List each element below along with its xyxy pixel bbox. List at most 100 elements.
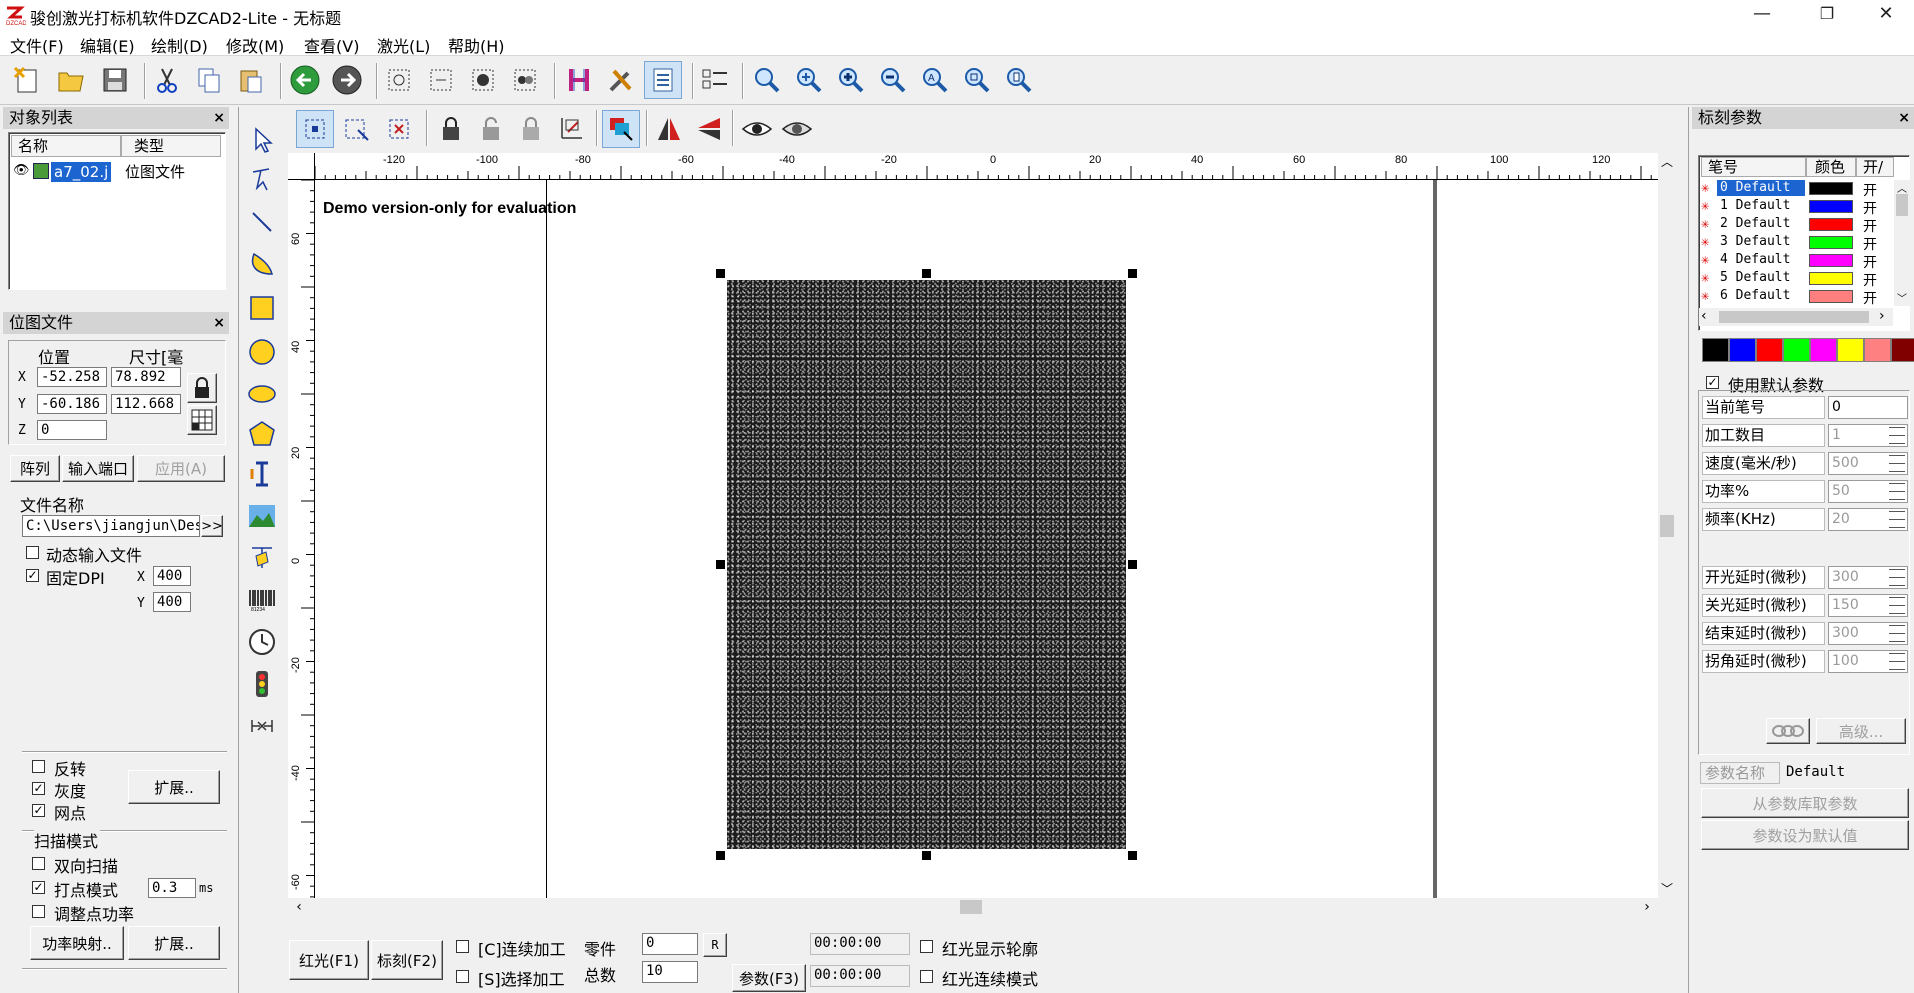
bidirectional-checkbox[interactable] <box>32 857 45 870</box>
bitmap-tool-icon[interactable] <box>244 498 280 534</box>
expand-button[interactable]: 扩展.. <box>128 770 220 804</box>
palette-swatch[interactable] <box>1864 338 1891 362</box>
clock-tool-icon[interactable] <box>244 624 280 660</box>
invert-checkbox[interactable] <box>32 760 45 773</box>
zoom-page-icon[interactable] <box>1000 61 1038 99</box>
gray-checkbox[interactable]: ✓ <box>32 782 45 795</box>
resize-handle-bc[interactable] <box>922 851 931 860</box>
red-outline-checkbox[interactable] <box>920 940 933 953</box>
array-button[interactable]: 阵列 <box>10 455 60 482</box>
palette-swatch[interactable] <box>1837 338 1864 362</box>
pen-color-swatch[interactable] <box>1809 290 1853 303</box>
corner-delay-spinner[interactable] <box>1889 653 1905 670</box>
dot-time-field[interactable]: 0.3 <box>148 878 196 898</box>
resize-handle-tl[interactable] <box>716 269 725 278</box>
load-from-library-button[interactable]: 从参数库取参数 <box>1701 788 1909 818</box>
select-all-icon[interactable] <box>296 110 334 148</box>
mirror-horizontal-icon[interactable] <box>650 110 688 148</box>
menu-help[interactable]: 帮助(H) <box>448 33 505 57</box>
pen-scroll-down-icon[interactable]: ﹀ <box>1894 290 1910 305</box>
split-icon[interactable] <box>506 61 544 99</box>
layer-order-icon[interactable] <box>602 110 640 148</box>
pen-color-swatch[interactable] <box>1809 182 1853 195</box>
copy-icon[interactable] <box>190 61 228 99</box>
scroll-left-icon[interactable]: ‹ <box>290 898 308 916</box>
mirror-vertical-icon[interactable] <box>690 110 728 148</box>
io-signal-icon[interactable] <box>244 666 280 702</box>
barcode-tool-icon[interactable]: 81234 <box>244 582 280 618</box>
delay-tool-icon[interactable] <box>244 708 280 744</box>
canvas-vertical-scrollbar[interactable]: ︿ ﹀ <box>1658 153 1676 898</box>
object-list-close-icon[interactable]: × <box>213 107 225 129</box>
dot-mode-checkbox[interactable]: ✓ <box>32 881 45 894</box>
pen-on-state[interactable]: 开 <box>1863 252 1877 272</box>
palette-swatch[interactable] <box>1729 338 1756 362</box>
palette-swatch[interactable] <box>1810 338 1837 362</box>
zoom-selection-icon[interactable] <box>958 61 996 99</box>
mark-params-close-icon[interactable]: × <box>1898 107 1910 129</box>
x-position-field[interactable]: -52.258 <box>37 367 107 387</box>
fixed-dpi-checkbox[interactable]: ✓ <box>26 569 39 582</box>
current-pen-field[interactable]: 0 <box>1828 396 1908 419</box>
polygon-tool-icon[interactable] <box>244 416 280 452</box>
resize-handle-tc[interactable] <box>922 269 931 278</box>
frequency-field[interactable]: 20 <box>1828 508 1908 531</box>
drawing-canvas[interactable]: Demo version-only for evaluation <box>288 153 1658 898</box>
end-delay-field[interactable]: 300 <box>1828 622 1908 645</box>
y-position-field[interactable]: -60.186 <box>37 394 107 414</box>
mark-button[interactable]: 标刻(F2) <box>371 940 443 980</box>
speed-field[interactable]: 500 <box>1828 452 1908 475</box>
color-col-header[interactable]: 颜色 <box>1806 157 1856 177</box>
menu-edit[interactable]: 编辑(E) <box>80 33 135 57</box>
apply-button[interactable]: 应用(A) <box>137 455 225 482</box>
zoom-icon[interactable] <box>748 61 786 99</box>
pen-scroll-thumb[interactable] <box>1896 194 1908 216</box>
resize-handle-mr[interactable] <box>1128 560 1137 569</box>
node-edit-icon[interactable] <box>244 162 280 198</box>
unlock-object-icon[interactable] <box>472 110 510 148</box>
pen-row[interactable]: ✳ 5 Default 开 <box>1699 270 1893 289</box>
rectangle-tool-icon[interactable] <box>244 290 280 326</box>
pen-row[interactable]: ✳ 4 Default 开 <box>1699 252 1893 272</box>
pen-hscroll-thumb[interactable] <box>1719 311 1869 323</box>
select-invert-icon[interactable] <box>338 110 376 148</box>
select-process-checkbox[interactable] <box>456 970 469 983</box>
count-spinner[interactable] <box>1889 427 1905 444</box>
lock-object-icon[interactable] <box>432 110 470 148</box>
end-delay-spinner[interactable] <box>1889 625 1905 642</box>
dither-checkbox[interactable]: ✓ <box>32 804 45 817</box>
pen-on-state[interactable]: 开 <box>1863 198 1877 218</box>
text-tool-icon[interactable] <box>244 456 280 492</box>
object-row[interactable]: 👁 a7_02.j 位图文件 <box>11 161 223 183</box>
input-port-button[interactable]: 输入端口 <box>62 455 134 482</box>
redo-icon[interactable] <box>328 61 366 99</box>
pen-row[interactable]: ✳ 6 Default 开 <box>1699 288 1893 306</box>
pen-on-state[interactable]: 开 <box>1863 288 1877 306</box>
dpi-y-field[interactable]: 400 <box>153 592 191 612</box>
select-none-icon[interactable] <box>380 110 418 148</box>
scroll-down-icon[interactable]: ﹀ <box>1658 880 1676 898</box>
total-field[interactable]: 10 <box>642 961 698 983</box>
ungroup-icon[interactable] <box>422 61 460 99</box>
pen-chain-button[interactable] <box>1766 718 1810 744</box>
pen-on-state[interactable]: 开 <box>1863 180 1877 200</box>
zoom-pan-icon[interactable] <box>790 61 828 99</box>
pen-row[interactable]: ✳ 1 Default 开 <box>1699 198 1893 218</box>
red-light-button[interactable]: 红光(F1) <box>289 940 369 980</box>
reset-parts-button[interactable]: R <box>703 933 727 957</box>
close-button[interactable]: ✕ <box>1856 0 1914 30</box>
select-arrow-icon[interactable] <box>244 122 280 158</box>
object-list-toggle-icon[interactable] <box>644 61 682 99</box>
zoom-out-icon[interactable] <box>874 61 912 99</box>
palette-swatch[interactable] <box>1702 338 1729 362</box>
pen-on-state[interactable]: 开 <box>1863 216 1877 236</box>
hide-eye-icon[interactable] <box>778 110 816 148</box>
resize-handle-tr[interactable] <box>1128 269 1137 278</box>
bitmap-panel-close-icon[interactable]: × <box>213 312 225 334</box>
pen-list-hscroll[interactable]: ‹ › <box>1699 308 1893 326</box>
maximize-button[interactable]: ❐ <box>1797 0 1857 30</box>
pen-row[interactable]: ✳ 0 Default 开 <box>1699 180 1893 200</box>
corner-delay-field[interactable]: 100 <box>1828 650 1908 673</box>
on-col-header[interactable]: 开/ <box>1856 157 1894 177</box>
pen-color-swatch[interactable] <box>1809 254 1853 267</box>
